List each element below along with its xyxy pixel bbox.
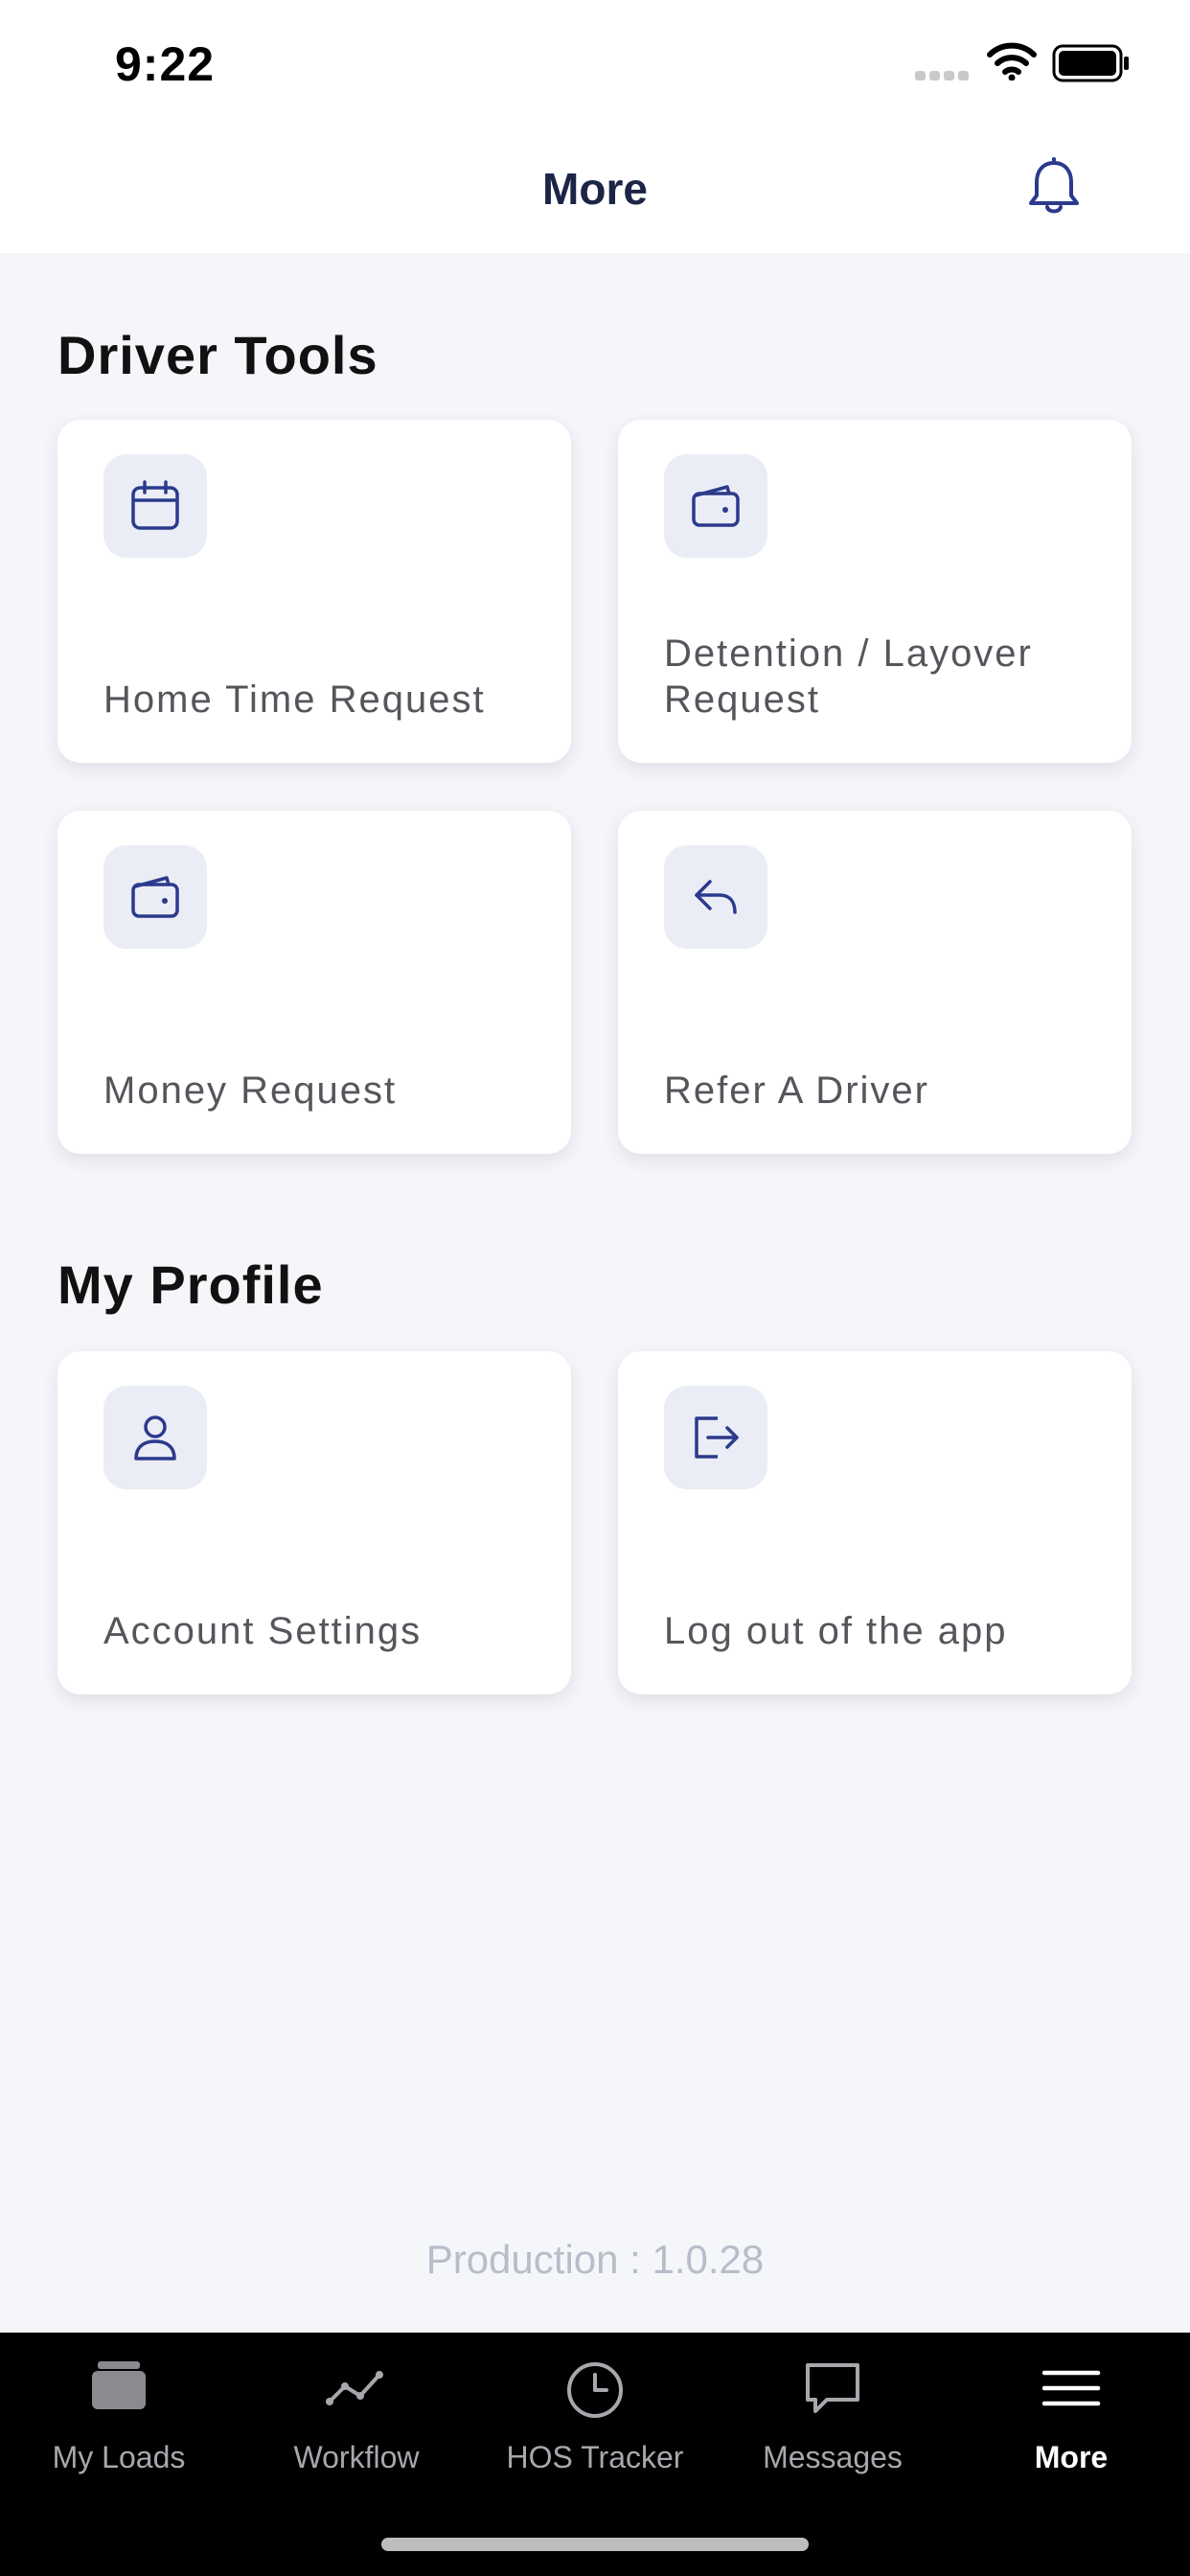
user-icon — [134, 1415, 176, 1460]
chat-bubble-icon — [806, 2363, 859, 2413]
status-time: 9:22 — [115, 37, 216, 91]
tab-label: My Loads — [52, 2440, 186, 2474]
icon-tile — [103, 1386, 207, 1489]
logout-icon — [695, 1416, 739, 1459]
tab-label: More — [1034, 2440, 1109, 2474]
cellular-signal-icon — [915, 71, 969, 80]
app-version-label: Production : 1.0.28 — [425, 2237, 765, 2282]
menu-icon — [1041, 2370, 1101, 2406]
detention-layover-request-card[interactable]: Detention / Layover Request — [618, 420, 1132, 763]
card-label: Refer A Driver — [664, 1070, 929, 1112]
status-bar: 9:22 — [0, 0, 1190, 125]
section-title-my-profile: My Profile — [57, 1254, 324, 1315]
icon-tile — [103, 454, 207, 558]
card-label: Account Settings — [103, 1610, 423, 1652]
tab-messages[interactable]: Messages — [714, 2333, 951, 2496]
section-title-driver-tools: Driver Tools — [57, 325, 378, 385]
icon-tile — [664, 845, 767, 949]
page-title: More — [542, 164, 648, 214]
tab-hos-tracker[interactable]: HOS Tracker — [476, 2333, 714, 2496]
tab-workflow[interactable]: Workflow — [238, 2333, 475, 2496]
home-time-request-card[interactable]: Home Time Request — [57, 420, 571, 763]
icon-tile — [664, 454, 767, 558]
wifi-icon — [987, 42, 1037, 80]
calendar-icon — [131, 480, 179, 530]
tab-my-loads[interactable]: My Loads — [0, 2333, 238, 2496]
log-out-card[interactable]: Log out of the app — [618, 1351, 1132, 1694]
tab-label: Workflow — [293, 2440, 420, 2474]
card-label: Log out of the app — [664, 1610, 1008, 1652]
clock-icon — [567, 2362, 623, 2418]
battery-icon — [1052, 44, 1129, 82]
account-settings-card[interactable]: Account Settings — [57, 1351, 571, 1694]
home-indicator — [381, 2538, 809, 2551]
card-label: Money Request — [103, 1070, 398, 1112]
tab-more[interactable]: More — [952, 2333, 1190, 2496]
refer-a-driver-card[interactable]: Refer A Driver — [618, 811, 1132, 1154]
line-graph-icon — [326, 2371, 383, 2405]
top-navigation-bar: More — [0, 125, 1190, 253]
money-request-card[interactable]: Money Request — [57, 811, 571, 1154]
card-label: Home Time Request — [103, 678, 486, 721]
tab-label: HOS Tracker — [506, 2440, 684, 2474]
stack-icon — [92, 2361, 146, 2409]
wallet-icon — [131, 876, 179, 918]
card-label: Detention / Layover Request — [664, 632, 1033, 721]
notification-bell-icon[interactable] — [1023, 157, 1085, 220]
reply-arrow-icon — [695, 880, 737, 914]
icon-tile — [103, 845, 207, 949]
icon-tile — [664, 1386, 767, 1489]
tab-label: Messages — [763, 2440, 903, 2474]
wallet-icon — [692, 485, 740, 527]
